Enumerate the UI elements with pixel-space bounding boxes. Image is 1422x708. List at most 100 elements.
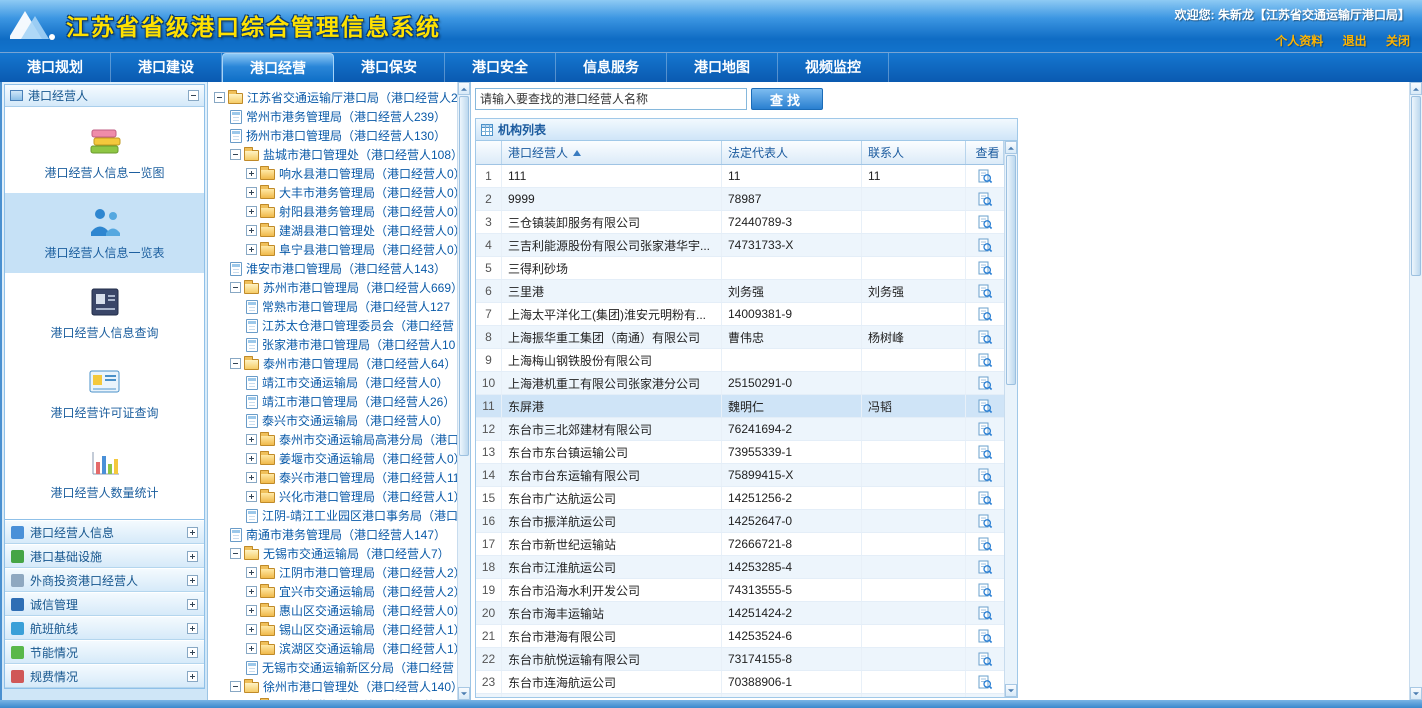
view-cell[interactable] [966, 556, 1004, 578]
scroll-down-icon[interactable] [458, 687, 470, 700]
view-cell[interactable] [966, 234, 1004, 256]
nav-tab[interactable]: 港口经营 [222, 53, 334, 82]
tree-item[interactable]: 南通市港务管理局（港口经营人147） [212, 525, 457, 544]
tree-expander-icon[interactable] [246, 225, 257, 236]
sidebar-item-license-query[interactable]: 港口经营许可证查询 [5, 353, 204, 433]
tree-item[interactable]: 常州市港务管理局（港口经营人239） [212, 107, 457, 126]
view-cell[interactable] [966, 165, 1004, 187]
search-button[interactable]: 查找 [751, 88, 823, 110]
view-cell[interactable] [966, 372, 1004, 394]
tree-item[interactable]: 泰州市交通运输局高港分局（港口经 [212, 430, 457, 449]
nav-tab[interactable]: 港口安全 [445, 53, 556, 82]
col-legal-rep[interactable]: 法定代表人 [722, 141, 862, 164]
view-cell[interactable] [966, 510, 1004, 532]
tree-item[interactable]: 锡山区交通运输局（港口经营人1） [212, 620, 457, 639]
view-cell[interactable] [966, 441, 1004, 463]
nav-tab[interactable]: 港口保安 [334, 53, 445, 82]
tree-item[interactable]: 苏州市港口管理局（港口经营人669） [212, 278, 457, 297]
view-icon[interactable] [978, 422, 993, 437]
nav-tab[interactable]: 视频监控 [778, 53, 889, 82]
sidebar-item-count-stats[interactable]: 港口经营人数量统计 [5, 433, 204, 513]
tree-expander-icon[interactable] [246, 605, 257, 616]
view-cell[interactable] [966, 694, 1004, 697]
tree-expander-icon[interactable] [246, 586, 257, 597]
expand-icon[interactable] [187, 599, 198, 610]
table-row[interactable]: 5 三得利砂场 [476, 257, 1004, 280]
view-cell[interactable] [966, 326, 1004, 348]
tree-item[interactable]: 江苏省交通运输厅港口局（港口经营人200 [212, 88, 457, 107]
tree-item[interactable]: 响水县港口管理局（港口经营人0） [212, 164, 457, 183]
tree-expander-icon[interactable] [230, 149, 241, 160]
view-cell[interactable] [966, 418, 1004, 440]
sidebar-item-overview-map[interactable]: 港口经营人信息一览图 [5, 113, 204, 193]
grid-scrollbar[interactable] [1004, 141, 1017, 697]
profile-link[interactable]: 个人资料 [1275, 34, 1323, 48]
table-row[interactable]: 13 东台市东台镇运输公司 73955339-1 [476, 441, 1004, 464]
table-row[interactable]: 14 东台市台东运输有限公司 75899415-X [476, 464, 1004, 487]
tree-item[interactable]: 阜宁县港口管理局（港口经营人0） [212, 240, 457, 259]
table-row[interactable]: 24 东台市通洋航运公司 714138 [476, 694, 1004, 697]
view-icon[interactable] [978, 192, 993, 207]
sidebar-item-info-query[interactable]: 港口经营人信息查询 [5, 273, 204, 353]
view-icon[interactable] [978, 261, 993, 276]
expand-icon[interactable] [187, 575, 198, 586]
view-cell[interactable] [966, 533, 1004, 555]
sidebar-section[interactable]: 节能情况 [5, 640, 204, 664]
tree-expander-icon[interactable] [214, 92, 225, 103]
view-cell[interactable] [966, 257, 1004, 279]
col-contact[interactable]: 联系人 [862, 141, 966, 164]
sidebar-section[interactable]: 规费情况 [5, 664, 204, 688]
tree-item[interactable]: 宜兴市交通运输局（港口经营人2） [212, 582, 457, 601]
logout-link[interactable]: 退出 [1343, 34, 1367, 48]
view-cell[interactable] [966, 188, 1004, 210]
tree-item[interactable]: 泰兴市交通运输局（港口经营人0） [212, 411, 457, 430]
table-row[interactable]: 1 111 11 11 [476, 165, 1004, 188]
close-link[interactable]: 关闭 [1386, 34, 1410, 48]
nav-tab[interactable]: 港口地图 [667, 53, 778, 82]
view-cell[interactable] [966, 280, 1004, 302]
view-icon[interactable] [978, 560, 993, 575]
tree-expander-icon[interactable] [230, 548, 241, 559]
tree-item[interactable]: 盐城市港口管理处（港口经营人108） [212, 145, 457, 164]
table-row[interactable]: 15 东台市广达航运公司 14251256-2 [476, 487, 1004, 510]
view-icon[interactable] [978, 353, 993, 368]
view-icon[interactable] [978, 675, 993, 690]
view-icon[interactable] [978, 284, 993, 299]
sidebar-section[interactable]: 航班航线 [5, 616, 204, 640]
expand-icon[interactable] [187, 671, 198, 682]
expand-icon[interactable] [187, 647, 198, 658]
table-row[interactable]: 11 东屏港 魏明仁 冯韬 [476, 395, 1004, 418]
view-icon[interactable] [978, 537, 993, 552]
tree-expander-icon[interactable] [246, 187, 257, 198]
tree-item[interactable]: 淮安市港口管理局（港口经营人143） [212, 259, 457, 278]
collapse-icon[interactable] [188, 90, 199, 101]
table-row[interactable]: 9 上海梅山钢铁股份有限公司 [476, 349, 1004, 372]
tree-item[interactable]: 无锡市交通运输局（港口经营人7） [212, 544, 457, 563]
table-row[interactable]: 18 东台市江淮航运公司 14253285-4 [476, 556, 1004, 579]
nav-tab[interactable]: 信息服务 [556, 53, 667, 82]
tree-item[interactable]: 惠山区交通运输局（港口经营人0） [212, 601, 457, 620]
view-cell[interactable] [966, 464, 1004, 486]
table-row[interactable]: 8 上海振华重工集团（南通）有限公司 曹伟忠 杨树峰 [476, 326, 1004, 349]
tree-scrollbar[interactable] [457, 82, 470, 700]
nav-tab[interactable]: 港口规划 [0, 53, 111, 82]
view-icon[interactable] [978, 238, 993, 253]
tree-expander-icon[interactable] [246, 168, 257, 179]
scroll-down-icon[interactable] [1410, 687, 1422, 700]
table-row[interactable]: 10 上海港机重工有限公司张家港分公司 25150291-0 [476, 372, 1004, 395]
tree-item[interactable]: 泰兴市港口管理局（港口经营人11） [212, 468, 457, 487]
expand-icon[interactable] [187, 623, 198, 634]
view-icon[interactable] [978, 514, 993, 529]
table-row[interactable]: 21 东台市港海有限公司 14253524-6 [476, 625, 1004, 648]
table-row[interactable]: 2 9999 78987 [476, 188, 1004, 211]
scroll-thumb[interactable] [1006, 155, 1016, 385]
tree-expander-icon[interactable] [230, 282, 241, 293]
tree-item[interactable]: 江苏太仓港口管理委员会（港口经营 [212, 316, 457, 335]
table-row[interactable]: 17 东台市新世纪运输站 72666721-8 [476, 533, 1004, 556]
nav-tab[interactable]: 港口建设 [111, 53, 222, 82]
view-icon[interactable] [978, 445, 993, 460]
scroll-thumb[interactable] [1411, 96, 1421, 276]
table-row[interactable]: 22 东台市航悦运输有限公司 73174155-8 [476, 648, 1004, 671]
table-row[interactable]: 12 东台市三北郊建材有限公司 76241694-2 [476, 418, 1004, 441]
table-row[interactable]: 4 三吉利能源股份有限公司张家港华宇... 74731733-X [476, 234, 1004, 257]
